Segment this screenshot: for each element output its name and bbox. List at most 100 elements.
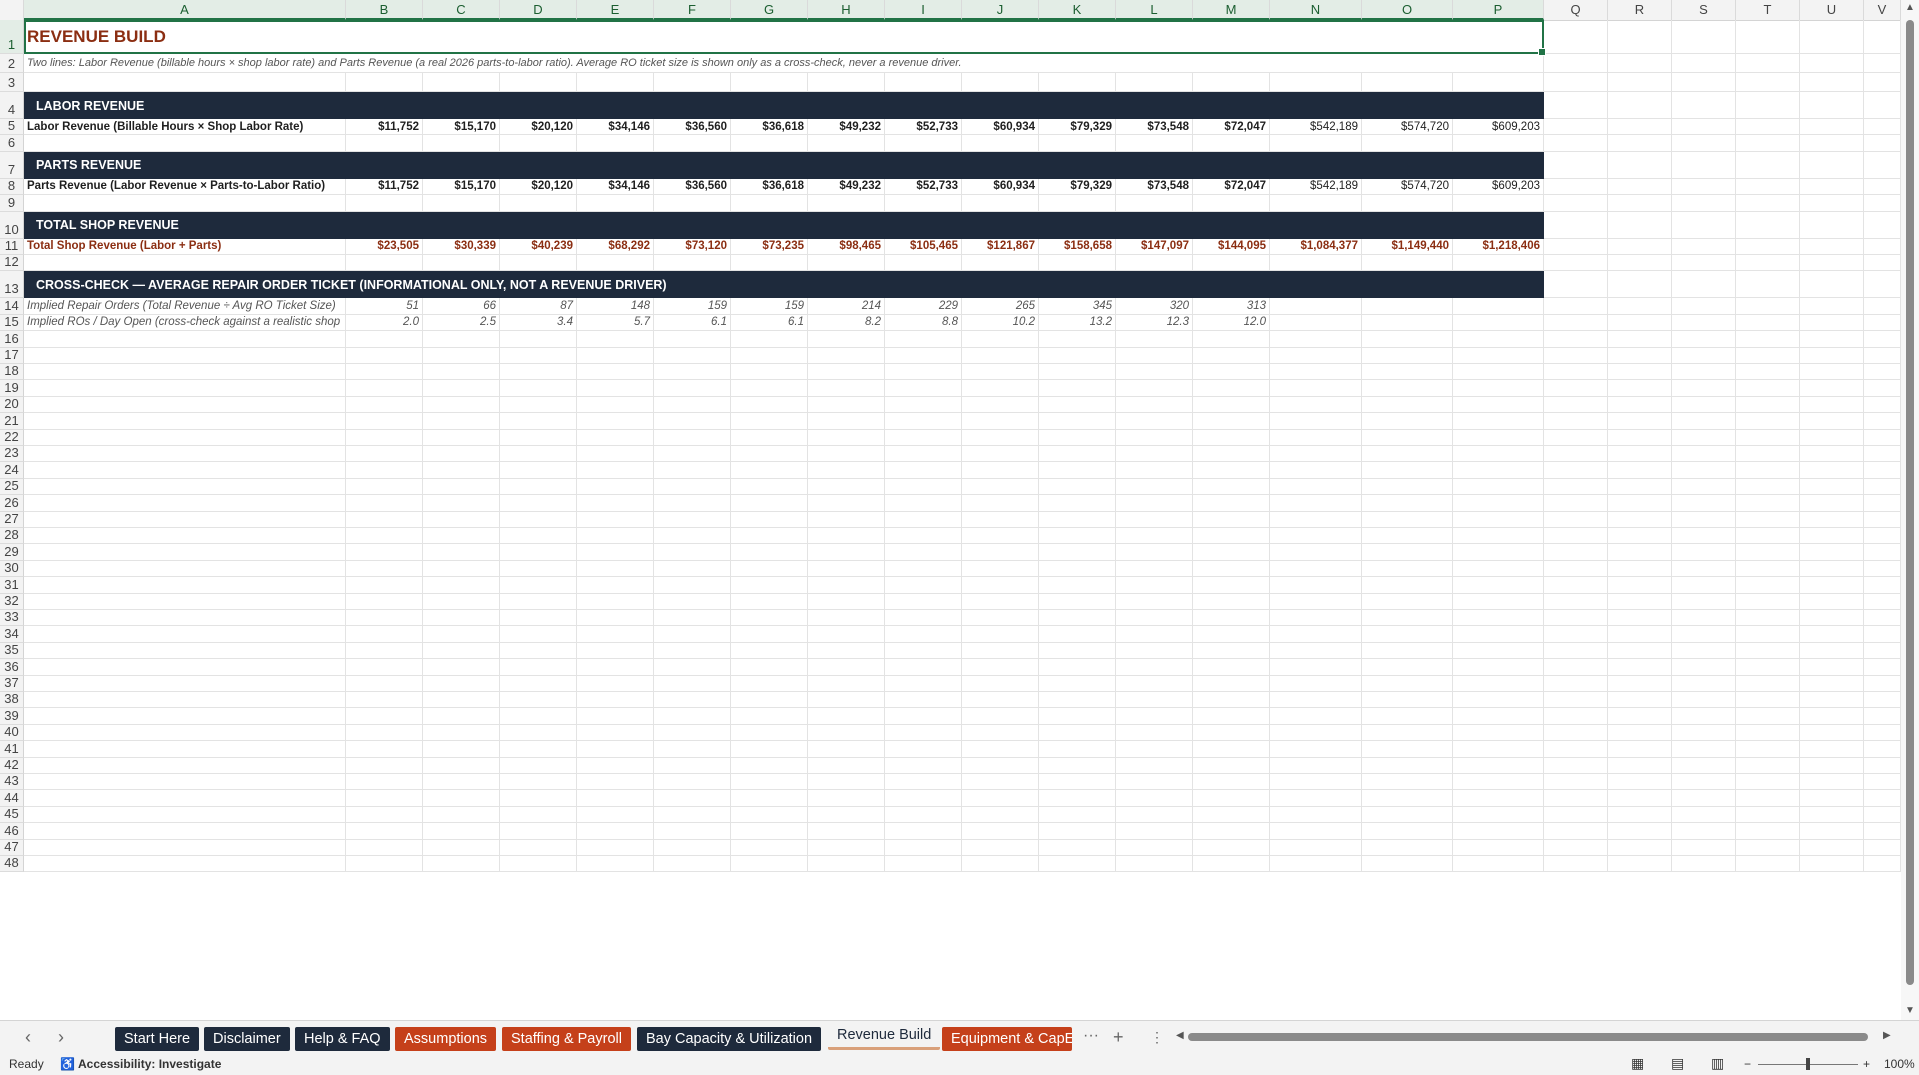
grid-cell[interactable] [962,380,1039,397]
grid-cell[interactable] [1193,380,1270,397]
grid-cell[interactable] [1362,364,1453,381]
grid-cell[interactable] [1672,823,1736,840]
grid-cell[interactable] [1608,495,1672,512]
grid-cell[interactable] [1672,331,1736,348]
grid-cell[interactable] [1362,823,1453,840]
grid-cell[interactable] [885,741,962,758]
grid-cell[interactable] [1864,119,1901,136]
grid-cell[interactable] [654,577,731,594]
grid-cell[interactable] [654,757,731,774]
grid-cell[interactable] [654,331,731,348]
grid-cell[interactable] [1608,724,1672,742]
grid-cell[interactable] [731,577,808,594]
grid-cell[interactable] [654,396,731,414]
grid-cell[interactable] [423,560,500,578]
grid-cell[interactable] [500,396,577,414]
grid-cell[interactable] [1672,790,1736,807]
row-header[interactable]: 45 [0,806,24,824]
value-cell[interactable]: $68,292 [577,238,654,255]
grid-cell[interactable] [885,413,962,430]
grid-cell[interactable] [1193,255,1270,272]
grid-cell[interactable] [1608,790,1672,807]
column-header[interactable]: V [1864,0,1901,20]
grid-cell[interactable] [1270,255,1362,272]
value-cell[interactable]: 10.2 [962,314,1039,332]
row-header[interactable]: 28 [0,527,24,545]
grid-cell[interactable] [500,255,577,272]
grid-cell[interactable] [1270,195,1362,212]
value-cell[interactable]: $1,218,406 [1453,238,1544,255]
grid-cell[interactable] [423,364,500,381]
grid-cell[interactable] [346,626,423,643]
grid-cell[interactable] [654,429,731,446]
column-header[interactable]: K [1039,0,1116,20]
grid-cell[interactable] [1270,364,1362,381]
grid-cell[interactable] [808,429,885,446]
grid-cell[interactable] [577,495,654,512]
row-header[interactable]: 35 [0,642,24,660]
grid-cell[interactable] [1116,675,1193,692]
grid-cell[interactable] [1800,135,1864,152]
grid-cell[interactable] [1672,255,1736,272]
grid-cell[interactable] [500,364,577,381]
grid-cell[interactable] [1362,429,1453,446]
grid-cell[interactable] [1800,211,1864,239]
value-cell[interactable]: $609,203 [1453,178,1544,196]
grid-cell[interactable] [731,347,808,364]
grid-cell[interactable] [1864,790,1901,807]
grid-cell[interactable] [500,528,577,545]
grid-cell[interactable] [346,73,423,92]
grid-cell[interactable] [654,741,731,758]
grid-cell[interactable] [1800,380,1864,397]
grid-cell[interactable] [500,692,577,709]
grid-cell[interactable] [808,380,885,397]
grid-cell[interactable] [654,708,731,725]
grid-cell[interactable] [577,593,654,610]
grid-cell[interactable] [1608,757,1672,774]
grid-cell[interactable] [1544,195,1608,212]
grid-cell[interactable] [1453,642,1544,660]
grid-cell[interactable] [1544,347,1608,364]
grid-cell[interactable] [346,495,423,512]
grid-cell[interactable] [885,511,962,528]
grid-cell[interactable] [1270,347,1362,364]
accessibility-status[interactable]: Accessibility: Investigate [78,1057,221,1071]
grid-cell[interactable] [1453,560,1544,578]
row-header[interactable]: 46 [0,823,24,840]
select-all-corner[interactable] [0,0,24,20]
grid-cell[interactable] [1608,429,1672,446]
row-header[interactable]: 7 [0,151,24,179]
grid-cell[interactable] [885,478,962,496]
grid-cell[interactable] [731,823,808,840]
grid-cell[interactable] [654,478,731,496]
grid-cell[interactable] [423,413,500,430]
grid-cell[interactable] [808,364,885,381]
grid-cell[interactable] [1608,195,1672,212]
grid-cell[interactable] [1039,462,1116,479]
grid-cell[interactable] [1544,757,1608,774]
grid-cell[interactable] [423,610,500,627]
row-header[interactable]: 32 [0,593,24,610]
grid-cell[interactable] [1864,413,1901,430]
grid-cell[interactable] [346,478,423,496]
grid-cell[interactable] [1736,544,1800,561]
grid-cell[interactable] [1736,511,1800,528]
grid-cell[interactable] [962,790,1039,807]
grid-cell[interactable] [962,528,1039,545]
grid-cell[interactable] [808,626,885,643]
grid-cell[interactable] [1116,839,1193,856]
grid-cell[interactable] [1453,839,1544,856]
grid-cell[interactable] [1193,446,1270,463]
grid-cell[interactable] [1736,178,1800,196]
grid-cell[interactable] [1270,446,1362,463]
grid-cell[interactable] [1039,659,1116,676]
grid-cell[interactable] [1039,856,1116,873]
grid-cell[interactable] [962,511,1039,528]
grid-cell[interactable] [577,511,654,528]
grid-cell[interactable] [1672,839,1736,856]
grid-cell[interactable] [1672,593,1736,610]
grid-cell[interactable] [1672,298,1736,315]
grid-cell[interactable] [1453,724,1544,742]
column-header[interactable]: D [500,0,577,20]
grid-cell[interactable] [577,675,654,692]
